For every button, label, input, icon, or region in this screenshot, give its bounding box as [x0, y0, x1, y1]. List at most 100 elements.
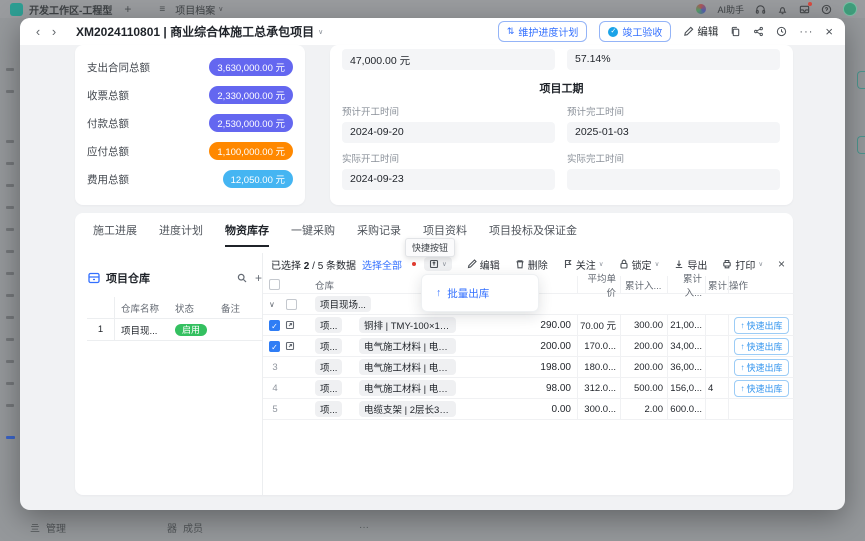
material-tag: 电气施工材料 | 电缆桥架 材质:... — [359, 380, 456, 396]
select-all-checkbox[interactable] — [269, 279, 280, 290]
batch-action-dropdown-menu: ↑ 批量出库 — [421, 274, 539, 312]
chevron-down-icon: ∨ — [654, 261, 660, 268]
quick-outbound-button[interactable]: ↑ 快速出库 — [734, 316, 789, 334]
warehouse-row[interactable]: 1 项目现... 启用 — [87, 319, 262, 341]
workspace-tab[interactable]: 开发工作区-工程型 — [29, 2, 112, 17]
completion-acceptance-button[interactable]: ✓ 竣工验收 — [599, 21, 672, 42]
title-chevron-icon[interactable]: ∨ — [318, 28, 323, 36]
finance-label: 支出合同总额 — [87, 61, 150, 74]
inventory-row[interactable]: 4 项... 电气施工材料 | 电缆桥架 材质:... 98.00 312.0.… — [263, 378, 794, 399]
status-badge: 启用 — [175, 324, 208, 336]
tab-material-inventory[interactable]: 物资库存 — [225, 222, 269, 247]
quick-outbound-button[interactable]: ↑ 快速出库 — [734, 379, 789, 397]
help-icon[interactable] — [821, 4, 832, 15]
stock-cell: 290.00 — [456, 315, 578, 335]
sidebar-active-item[interactable] — [6, 436, 15, 439]
bottom-more-button[interactable]: ··· — [359, 522, 369, 533]
download-icon — [676, 260, 683, 269]
ai-assistant-label[interactable]: AI助手 — [717, 3, 744, 16]
open-record-icon[interactable] — [285, 341, 295, 351]
stock-cell: 200.00 — [456, 336, 578, 356]
warehouse-tag: 项... — [315, 380, 343, 396]
upload-icon: ↑ — [740, 362, 745, 372]
print-button[interactable]: 打印 ∨ — [722, 257, 763, 272]
warehouse-tag: 项... — [315, 317, 343, 333]
row-checkbox[interactable]: ✓ — [269, 340, 280, 352]
members-label[interactable]: 成员 — [183, 520, 203, 535]
delete-rows-button[interactable]: 删除 — [515, 257, 548, 272]
finance-value-pill: 3,630,000.00 元 — [209, 58, 293, 76]
tab-one-click-purchase[interactable]: 一键采购 — [291, 222, 335, 247]
maintain-schedule-button[interactable]: ⇅ 维护进度计划 — [497, 21, 588, 42]
inbox-icon[interactable] — [799, 1, 812, 15]
copy-icon[interactable] — [730, 26, 741, 37]
forward-arrow-button[interactable]: › — [46, 24, 62, 39]
search-icon[interactable] — [237, 273, 247, 283]
export-button[interactable]: 导出 — [674, 257, 707, 272]
avg-price-cell: 70.00 元 — [578, 315, 621, 335]
close-selection-button[interactable]: × — [778, 257, 785, 271]
tab-purchase-records[interactable]: 采购记录 — [357, 222, 401, 247]
quick-outbound-button[interactable]: ↑ 快速出库 — [734, 358, 789, 376]
history-clock-icon[interactable] — [776, 26, 787, 37]
tab-construction-progress[interactable]: 施工进展 — [93, 222, 137, 247]
quick-outbound-button[interactable]: ↑ 快速出库 — [734, 337, 789, 355]
date-field-label: 实际开工时间 — [342, 154, 400, 165]
date-field: 实际开工时间 2024-09-23 — [342, 151, 555, 190]
chevron-down-icon: ∨ — [218, 6, 224, 13]
avg-price-cell: 180.0... — [578, 357, 621, 377]
upload-icon: ↑ — [436, 287, 442, 299]
collapse-chevron-icon[interactable]: ∨ — [269, 300, 281, 309]
new-tab-button[interactable]: + — [124, 2, 131, 16]
row-index: 1 — [87, 319, 115, 340]
upload-icon: ↑ — [740, 341, 745, 351]
nav-menu-project-archive[interactable]: 项目档案 — [175, 2, 215, 17]
date-field-value: 2025-01-03 — [567, 122, 780, 143]
back-arrow-button[interactable]: ‹ — [30, 24, 46, 39]
follow-button[interactable]: 关注 ∨ — [563, 257, 604, 272]
tab-bidding-deposit[interactable]: 项目投标及保证金 — [489, 222, 577, 247]
headset-icon[interactable] — [755, 4, 766, 15]
batch-action-dropdown-button[interactable]: ∨ — [424, 257, 452, 271]
bell-icon[interactable] — [777, 4, 788, 15]
finance-row: 支出合同总额 3,630,000.00 元 — [87, 55, 293, 79]
group-checkbox[interactable] — [286, 298, 297, 310]
avg-price-cell: 312.0... — [578, 378, 621, 398]
total-in2-cell: 600.0... — [668, 399, 706, 419]
date-field: 预计完工时间 2025-01-03 — [567, 104, 780, 143]
chevron-down-icon: ∨ — [442, 261, 447, 268]
selection-toolbar: 已选择 2 / 5 条数据 选择全部 ∨ 编辑 删除 关注 ∨ 锁定 ∨ 导出 … — [263, 253, 793, 275]
edit-button[interactable]: 编辑 — [683, 24, 718, 39]
add-warehouse-button[interactable]: + — [255, 271, 262, 285]
select-all-link[interactable]: 选择全部 — [362, 257, 402, 272]
modal-header: ‹ › XM2024110801 | 商业综合体施工总承包项目 ∨ ⇅ 维护进度… — [20, 18, 845, 45]
user-avatar[interactable] — [843, 2, 857, 16]
share-icon[interactable] — [753, 26, 764, 37]
warehouse-tag: 项... — [315, 359, 343, 375]
inventory-row[interactable]: 5 项... 电缆支架 | 2层长300mm | 套 0.00 300.0...… — [263, 399, 794, 420]
inventory-row[interactable]: 3 项... 电气施工材料 | 电缆桥架 材质:... 198.00 180.0… — [263, 357, 794, 378]
tab-schedule-plan[interactable]: 进度计划 — [159, 222, 203, 247]
hidden-teal-button-edge — [857, 136, 865, 154]
hamburger-icon[interactable]: ≡ — [159, 4, 165, 15]
total-in2-cell: 156,0... — [668, 378, 706, 398]
inventory-row[interactable]: ✓ 项... 铜排 | TMY-100×10 | 米 290.00 70.00 … — [263, 315, 794, 336]
inventory-row[interactable]: ✓ 项... 电气施工材料 | 电缆桥架 材质:... 200.00 170.0… — [263, 336, 794, 357]
stock-cell: 0.00 — [456, 399, 578, 419]
col-warehouse: 仓库 — [315, 280, 335, 292]
modal-close-button[interactable]: × — [825, 24, 833, 39]
project-title: XM2024110801 | 商业综合体施工总承包项目 — [76, 25, 315, 39]
date-field: 实际完工时间 — [567, 151, 780, 190]
open-record-icon[interactable] — [285, 320, 295, 330]
row-checkbox[interactable]: ✓ — [269, 319, 280, 331]
col-total-in-1: 累计入... — [621, 276, 668, 293]
batch-outbound-menu-item[interactable]: ↑ 批量出库 — [422, 286, 489, 301]
manage-label[interactable]: 管理 — [46, 520, 66, 535]
more-actions-button[interactable]: ··· — [799, 26, 813, 38]
export-box-icon — [429, 259, 439, 269]
edit-rows-button[interactable]: 编辑 — [467, 257, 500, 272]
ai-assistant-icon[interactable] — [696, 4, 707, 14]
date-field-label: 预计完工时间 — [567, 107, 625, 118]
lock-button[interactable]: 锁定 ∨ — [619, 257, 660, 272]
warehouse-panel-title: 项目仓库 — [106, 273, 150, 285]
